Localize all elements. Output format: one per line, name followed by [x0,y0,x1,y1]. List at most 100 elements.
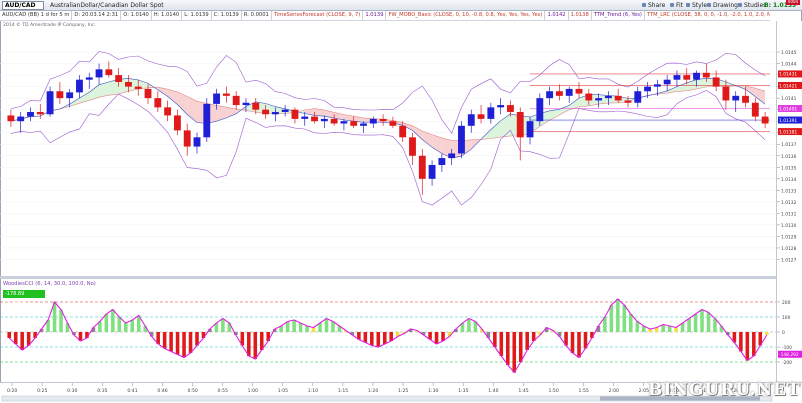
price-tick-label: 1.0136 [781,154,797,160]
price-tick-label: 1.0145 [781,50,797,56]
candle-body [271,111,279,115]
time-tick-label: 1:55 [579,388,589,394]
price-tag-label: 1.01401 [779,106,797,112]
time-tick-label: 2:00 [609,388,619,394]
time-tick-label: 0:35 [97,388,107,394]
study-info-item: D: 20.03.14 2:31 [72,11,122,20]
cloud-segment [490,120,501,139]
price-tick-label: 1.0129 [781,234,797,240]
candle-body [301,116,309,119]
style-button[interactable]: Style [686,1,707,10]
cloud-segment [549,109,560,121]
candle-body [183,130,191,147]
study-info-item: O: 1.0140 [121,11,152,20]
price-panel[interactable] [0,21,776,276]
candle-body [409,137,416,156]
candle-body [242,102,250,106]
candle-body [262,109,269,115]
candle-body [252,102,260,110]
price-tick-label: 1.0134 [781,177,797,183]
studies-button[interactable]: Studies [738,1,766,10]
candle-body [653,84,661,87]
candle-body [458,125,465,154]
price-tick-label: 1.0144 [781,62,797,68]
time-tick-label: 1:35 [458,388,468,394]
time-tick-label: 0:46 [157,388,167,394]
study-info-item: 1.0142 [545,11,569,20]
candle-body [95,69,103,78]
candle-body [105,69,113,76]
candle-body [27,111,34,117]
candle-body [350,121,358,126]
time-tick-label: 1:25 [398,388,408,394]
candle-body [232,95,240,106]
study-info-item: H: 1.0140 [152,11,183,20]
candle-body [46,91,54,115]
candle-body [144,88,152,99]
cci-tick-label: 0 [782,330,785,336]
price-tick-label: 1.0130 [781,223,797,229]
cci-panel[interactable] [0,279,776,382]
candle-body [477,114,485,119]
candle-body [732,95,740,101]
price-tag-label: 1.01431 [779,72,797,78]
time-tick-label: 0:50 [187,388,197,394]
candle-body [467,114,475,126]
price-tag-label: 1.01381 [779,129,797,135]
time-tick-label: 1:00 [248,388,258,394]
time-tick-label: 0:25 [37,388,47,394]
study-info-bar: AUD/CAD (BB) 1 d for 5 m D: 20.03.14 2:31… [0,11,770,21]
candle-body [624,100,632,103]
candle-body [36,111,44,115]
candle-body [330,118,338,124]
study-info-item: C: 1.0139 [212,11,242,20]
candle-body [222,93,230,96]
candle-body [125,82,132,87]
candle-body [516,111,524,138]
candle-body [614,95,622,101]
candle-body [673,75,681,80]
cloud-segment [676,82,687,92]
candle-body [761,116,769,124]
candle-body [7,115,15,122]
time-tick-label: 1:05 [278,388,288,394]
candle-body [565,88,573,96]
study-info-item: TTM_LRC (CLOSE, 38, 0, 0, -1.0, -2.0, 1.… [645,11,770,20]
time-tick-label: 1:45 [518,388,528,394]
symbol-selector[interactable]: AUD/CAD [2,1,44,10]
candle-body [320,118,328,122]
symbol-description: AustralianDollar/Canadian Dollar Spot [50,2,164,9]
cci-tick-label: -100 [782,345,792,351]
candle-body [604,95,612,99]
candle-body [555,91,563,96]
toolbar: AUD/CAD AustralianDollar/Canadian Dollar… [0,0,802,11]
cci-tick-label: 100 [782,315,791,321]
candle-body [526,121,534,138]
cloud-segment [569,98,579,110]
share-button[interactable]: Share [642,1,665,10]
candle-body [487,107,495,119]
oscillator-title: WoodiesCCI (6, 14, 30.0, 100.0, No) [3,281,96,287]
price-axis[interactable]: 1.01451.01441.01431.01421.01411.01401.01… [776,21,802,382]
cci-line [8,298,768,374]
time-tick-label: 0:20 [7,388,17,394]
price-tag-label: 1.01391 [779,118,797,124]
candle-body [702,72,710,78]
candle-body [742,95,749,103]
candle-body [634,91,642,103]
time-tick-label: 0:55 [218,388,228,394]
candle-body [213,93,221,104]
candle-body [663,79,671,85]
study-info-item: AUD/CAD (BB) 1 d for 5 m [0,11,73,20]
time-tick-label: 1:10 [308,388,318,394]
candle-body [448,153,456,159]
watermark: BINGURU.NET [648,380,801,400]
fit-button[interactable]: Fit [670,1,683,10]
candle-body [575,88,583,94]
candle-body [154,98,162,108]
drawings-button[interactable]: Drawings [707,1,741,10]
cloud-segment [157,87,168,97]
cci-tick-label: -200 [782,360,792,366]
study-info-item: 1.0139 [363,11,387,20]
candle-body [66,92,74,99]
